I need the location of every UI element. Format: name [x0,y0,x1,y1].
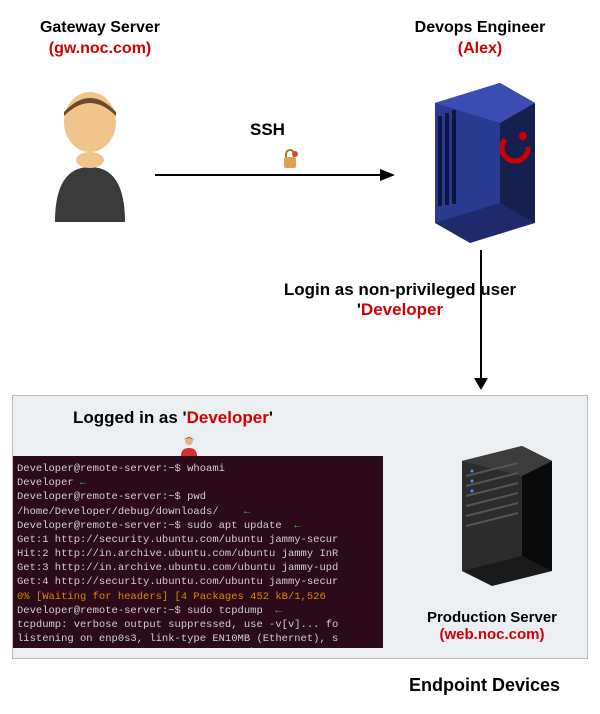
terminal-line: ^C13:41:59.419001 IP remote-server.ssh >… [17,646,379,648]
terminal-line: Developer@remote-server:~$ sudo tcpdump … [17,604,379,618]
terminal-line: Developer@remote-server:~$ sudo apt upda… [17,519,379,533]
logged-in-prefix: Logged in as ' [73,408,187,427]
terminal-line: Developer@remote-server:~$ whoami [17,462,379,476]
terminal-line: Developer ← [17,476,379,490]
logged-in-label: Logged in as 'Developer' [73,408,273,428]
devops-name: (Alex) [390,39,570,60]
user-icon [40,82,140,222]
devops-engineer-label: Devops Engineer (Alex) [390,18,570,60]
gateway-host: (gw.noc.com) [10,39,190,60]
ssh-arrow [155,155,395,195]
endpoint-devices-label: Endpoint Devices [409,675,560,696]
production-title: Production Server [407,609,577,626]
terminal-line: Get:1 http://security.ubuntu.com/ubuntu … [17,533,379,547]
logged-in-suffix: ' [269,408,273,427]
terminal-line: tcpdump: verbose output suppressed, use … [17,618,379,632]
login-note-user: Developer [361,300,443,319]
terminal-line: Hit:2 http://in.archive.ubuntu.com/ubunt… [17,547,379,561]
devops-title: Devops Engineer [390,18,570,39]
production-server-icon [442,441,562,591]
terminal-window: Developer@remote-server:~$ whoamiDevelop… [13,456,383,648]
ssh-label: SSH [250,120,285,140]
terminal-line: Developer@remote-server:~$ pwd [17,490,379,504]
terminal-line: Get:4 http://security.ubuntu.com/ubuntu … [17,575,379,589]
endpoint-panel: Logged in as 'Developer' Developer@remot… [12,395,588,659]
terminal-line: /home/Developer/debug/downloads/ ← [17,505,379,519]
terminal-line: listening on enp0s3, link-type EN10MB (E… [17,632,379,646]
gateway-title: Gateway Server [10,18,190,39]
terminal-line: Get:3 http://in.archive.ubuntu.com/ubunt… [17,561,379,575]
production-server-label: Production Server (web.noc.com) [407,609,577,643]
gateway-server-label: Gateway Server (gw.noc.com) [10,18,190,60]
terminal-line: 0% [Waiting for headers] [4 Packages 452… [17,590,379,604]
lock-icon [280,148,300,175]
login-note: Login as non-privileged user 'Developer [260,280,540,320]
server-icon [410,78,540,248]
production-host: (web.noc.com) [407,626,577,643]
down-arrow [480,250,482,380]
logged-in-user: Developer [187,408,269,427]
